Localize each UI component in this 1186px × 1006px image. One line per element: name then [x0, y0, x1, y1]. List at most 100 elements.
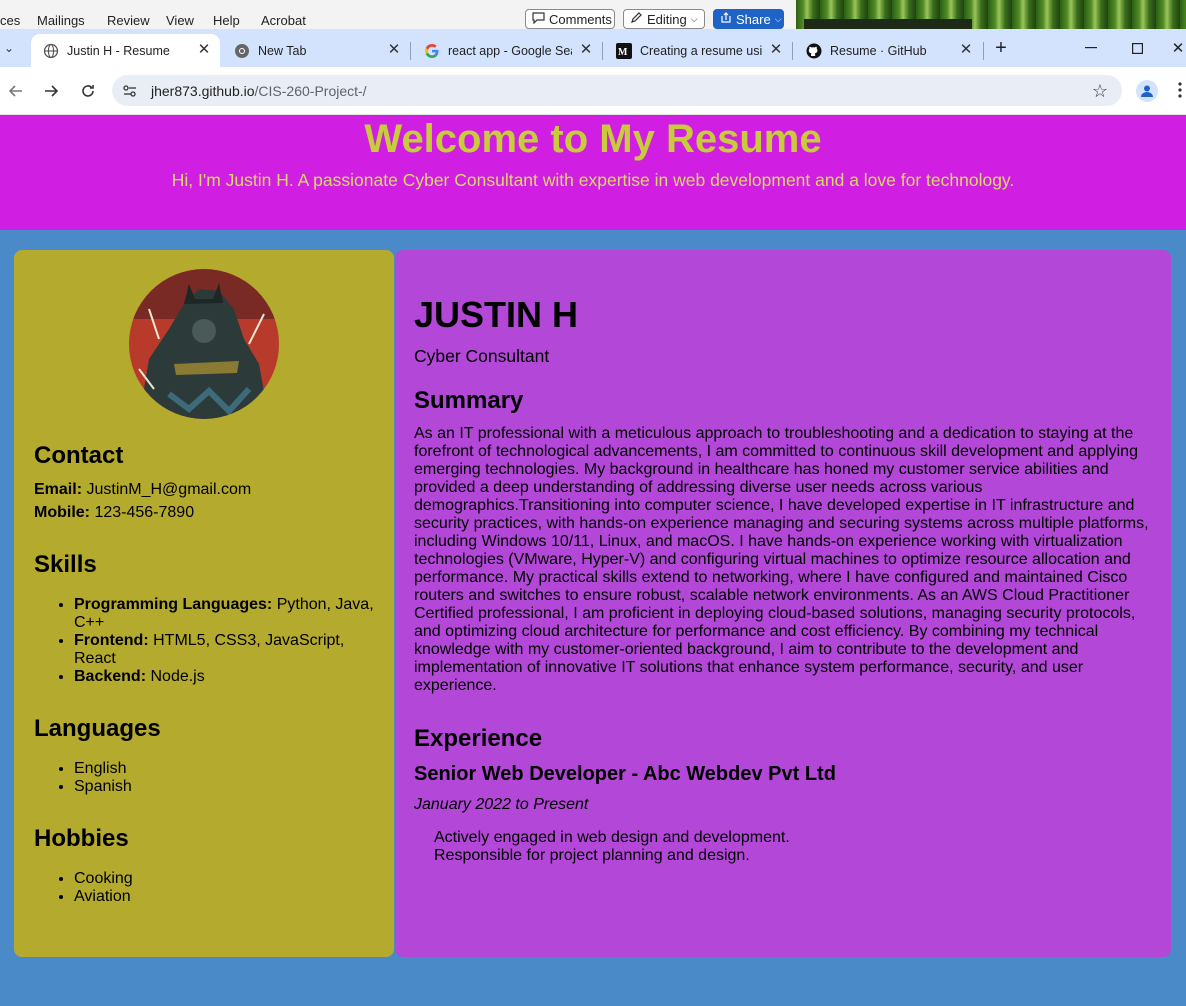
skill-label: Backend:	[74, 668, 147, 685]
tab-label: Creating a resume usin	[640, 43, 762, 58]
share-label: Share	[736, 11, 771, 27]
languages-list: English Spanish	[34, 760, 378, 796]
google-icon	[424, 43, 440, 59]
minimize-button[interactable]	[1078, 37, 1104, 59]
resume-main: JUSTIN H Cyber Consultant Summary As an …	[395, 250, 1171, 957]
share-icon	[720, 11, 732, 27]
tab-separator	[410, 42, 411, 60]
profile-avatar-button[interactable]	[1136, 80, 1158, 102]
job-duty: Actively engaged in web design and devel…	[434, 829, 790, 846]
word-menu-references[interactable]: ces	[0, 13, 20, 28]
back-button[interactable]	[4, 79, 28, 103]
close-icon[interactable]: ✕	[578, 42, 594, 58]
close-window-button[interactable]: ✕	[1170, 37, 1186, 59]
maximize-button[interactable]	[1124, 37, 1150, 59]
contact-mobile: Mobile: 123-456-7890	[34, 504, 194, 522]
skills-list: Programming Languages: Python, Java, C++…	[34, 596, 378, 686]
close-icon[interactable]: ✕	[386, 42, 402, 58]
tab-separator	[602, 42, 603, 60]
email-label: Email:	[34, 481, 83, 498]
word-menu-help[interactable]: Help	[213, 13, 240, 28]
profile-photo	[129, 269, 279, 419]
taskbar-shadow	[804, 19, 972, 29]
list-item: Frontend: HTML5, CSS3, JavaScript, React	[74, 632, 378, 668]
github-icon	[806, 43, 822, 59]
chevron-down-icon: ⌵	[774, 13, 782, 24]
close-icon[interactable]: ✕	[958, 42, 974, 58]
contact-heading: Contact	[34, 442, 124, 469]
desktop-wallpaper	[796, 0, 1186, 29]
browser-menu-button[interactable]	[1178, 81, 1186, 101]
resume-sidebar: Contact Email: JustinM_H@gmail.com Mobil…	[14, 250, 394, 957]
site-info-icon[interactable]	[122, 83, 138, 104]
url-text[interactable]: jher873.github.io/CIS-260-Project-/	[151, 83, 367, 99]
summary-text: As an IT professional with a meticulous …	[414, 425, 1149, 694]
browser-tab-bar: ⌄ Justin H - Resume ✕ New Tab ✕ react ap…	[0, 29, 1186, 67]
tab-search-button[interactable]: ⌄	[4, 41, 22, 57]
comments-button[interactable]: Comments	[525, 9, 615, 29]
close-icon: ✕	[1171, 40, 1185, 57]
list-item: Cooking	[74, 870, 378, 888]
job-duty: Responsible for project planning and des…	[434, 847, 750, 864]
mobile-label: Mobile:	[34, 504, 90, 521]
tab-medium-article[interactable]: M Creating a resume usin ✕	[604, 34, 792, 67]
close-icon[interactable]: ✕	[196, 42, 212, 58]
list-item: Spanish	[74, 778, 378, 796]
bookmark-star-icon[interactable]: ☆	[1092, 81, 1108, 102]
tab-label: react app - Google Sea	[448, 43, 572, 58]
summary-heading: Summary	[414, 387, 524, 414]
reload-button[interactable]	[76, 79, 100, 103]
arrow-left-icon	[8, 85, 22, 97]
skill-value: Node.js	[150, 668, 205, 685]
page-header: Welcome to My Resume Hi, I'm Justin H. A…	[0, 115, 1186, 230]
tab-new-tab[interactable]: New Tab ✕	[222, 34, 410, 67]
tab-separator	[792, 42, 793, 60]
word-menu-review[interactable]: Review	[107, 13, 150, 28]
list-item: English	[74, 760, 378, 778]
chevron-down-icon: ⌵	[690, 13, 698, 24]
browser-toolbar: jher873.github.io/CIS-260-Project-/ ☆	[0, 67, 1186, 115]
skills-heading: Skills	[34, 551, 97, 578]
job-title: Senior Web Developer - Abc Webdev Pvt Lt…	[414, 763, 836, 785]
reload-icon	[82, 85, 94, 97]
forward-button[interactable]	[39, 79, 63, 103]
resume-role: Cyber Consultant	[414, 346, 550, 366]
tab-justin-resume[interactable]: Justin H - Resume ✕	[31, 34, 220, 67]
new-tab-button[interactable]: +	[990, 38, 1012, 60]
page-title: Welcome to My Resume	[364, 117, 822, 161]
list-item: Backend: Node.js	[74, 668, 378, 686]
tab-separator	[983, 42, 984, 60]
resume-name: JUSTIN H	[414, 294, 579, 335]
job-dates: January 2022 to Present	[414, 796, 589, 813]
minimize-icon	[1085, 47, 1097, 49]
experience-heading: Experience	[414, 725, 543, 752]
tab-google-search[interactable]: react app - Google Sea ✕	[412, 34, 602, 67]
chevron-down-icon: ⌄	[4, 41, 15, 55]
share-button[interactable]: Share ⌵	[713, 9, 784, 29]
more-vertical-icon	[1178, 82, 1182, 98]
url-host: jher873.github.io	[151, 83, 255, 99]
word-menu-mailings[interactable]: Mailings	[37, 13, 85, 28]
hobbies-heading: Hobbies	[34, 825, 129, 852]
person-icon	[1141, 85, 1153, 97]
list-item: Programming Languages: Python, Java, C++	[74, 596, 378, 632]
hobbies-list: Cooking Aviation	[34, 870, 378, 906]
chrome-icon	[234, 43, 250, 59]
word-menu-acrobat[interactable]: Acrobat	[261, 13, 306, 28]
medium-icon: M	[616, 42, 632, 59]
maximize-icon	[1131, 42, 1143, 54]
editing-button[interactable]: Editing ⌵	[623, 9, 705, 29]
globe-icon	[43, 43, 59, 59]
tab-github-resume[interactable]: Resume · GitHub ✕	[794, 34, 982, 67]
list-item: Aviation	[74, 888, 378, 906]
skill-label: Frontend:	[74, 632, 149, 649]
word-ribbon-strip: ces Mailings Review View Help Acrobat Co…	[0, 0, 796, 30]
address-bar[interactable]: jher873.github.io/CIS-260-Project-/ ☆	[112, 75, 1122, 106]
contact-email: Email: JustinM_H@gmail.com	[34, 481, 251, 499]
svg-text:M: M	[618, 47, 628, 58]
skill-label: Programming Languages:	[74, 596, 273, 613]
email-value: JustinM_H@gmail.com	[86, 481, 252, 498]
comment-icon	[532, 11, 545, 27]
word-menu-view[interactable]: View	[166, 13, 194, 28]
close-icon[interactable]: ✕	[768, 42, 784, 58]
